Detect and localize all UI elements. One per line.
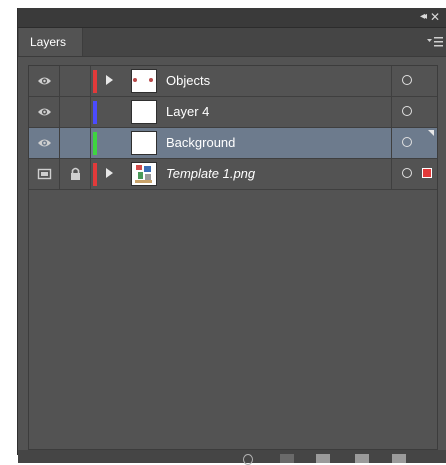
target-circle-icon[interactable] <box>402 75 412 85</box>
expand-arrow-icon[interactable] <box>106 168 113 178</box>
layer-thumbnail <box>131 162 157 186</box>
target-column[interactable] <box>391 66 437 96</box>
current-layer-indicator-icon <box>428 130 434 136</box>
lock-toggle[interactable] <box>60 66 91 96</box>
layer-thumbnail <box>131 69 157 93</box>
panel-menu-icon[interactable] <box>427 35 443 49</box>
layer-name[interactable]: Background <box>166 128 235 158</box>
visibility-toggle[interactable] <box>29 66 60 96</box>
target-circle-icon[interactable] <box>402 137 412 147</box>
create-layer-icon[interactable] <box>355 454 369 463</box>
layer-thumbnail <box>131 131 157 155</box>
create-sublayer-icon[interactable] <box>316 454 330 463</box>
layers-panel: ◂◂ ✕ Layers Objects Layer 4 Background T… <box>17 8 446 465</box>
eye-icon <box>38 108 51 116</box>
visibility-toggle[interactable] <box>29 97 60 127</box>
panel-bottom-toolbar <box>18 450 446 465</box>
expand-arrow-icon[interactable] <box>106 75 113 85</box>
layer-row-template[interactable]: Template 1.png <box>29 159 437 190</box>
layers-list: Objects Layer 4 Background Template 1.pn… <box>28 65 438 450</box>
panel-tab-row: Layers <box>18 28 446 57</box>
target-column[interactable] <box>391 128 437 158</box>
layer-name[interactable]: Template 1.png <box>166 159 255 189</box>
lock-icon <box>71 167 80 180</box>
lock-toggle[interactable] <box>60 128 91 158</box>
layer-color-swatch <box>93 101 97 124</box>
layer-color-swatch <box>93 163 97 186</box>
layer-color-swatch <box>93 132 97 155</box>
layer-color-swatch <box>93 70 97 93</box>
layer-thumbnail <box>131 100 157 124</box>
target-column[interactable] <box>391 97 437 127</box>
objects-thumbnail-icon <box>133 78 153 82</box>
eye-icon <box>38 139 51 147</box>
tab-layers[interactable]: Layers <box>19 28 83 56</box>
collapse-panel-button[interactable]: ◂◂ <box>420 11 427 22</box>
layer-row-background[interactable]: Background <box>29 128 437 159</box>
layer-row-objects[interactable]: Objects <box>29 66 437 97</box>
visibility-toggle[interactable] <box>29 128 60 158</box>
close-panel-button[interactable]: ✕ <box>430 10 440 24</box>
make-clipping-mask-icon[interactable] <box>280 454 294 463</box>
eye-icon <box>38 77 51 85</box>
delete-layer-icon[interactable] <box>392 454 406 463</box>
layer-name[interactable]: Objects <box>166 66 210 96</box>
visibility-toggle[interactable] <box>29 159 60 189</box>
target-circle-icon[interactable] <box>402 106 412 116</box>
lock-toggle[interactable] <box>60 159 91 189</box>
template-image-thumbnail-icon <box>135 165 152 183</box>
layer-name[interactable]: Layer 4 <box>166 97 209 127</box>
layer-row-layer-4[interactable]: Layer 4 <box>29 97 437 128</box>
selection-indicator-icon[interactable] <box>422 168 432 178</box>
target-column[interactable] <box>391 159 437 189</box>
template-icon <box>37 168 52 180</box>
locate-object-icon[interactable] <box>243 454 253 465</box>
panel-title-bar: ◂◂ ✕ <box>18 8 446 28</box>
target-circle-icon[interactable] <box>402 168 412 178</box>
lock-toggle[interactable] <box>60 97 91 127</box>
